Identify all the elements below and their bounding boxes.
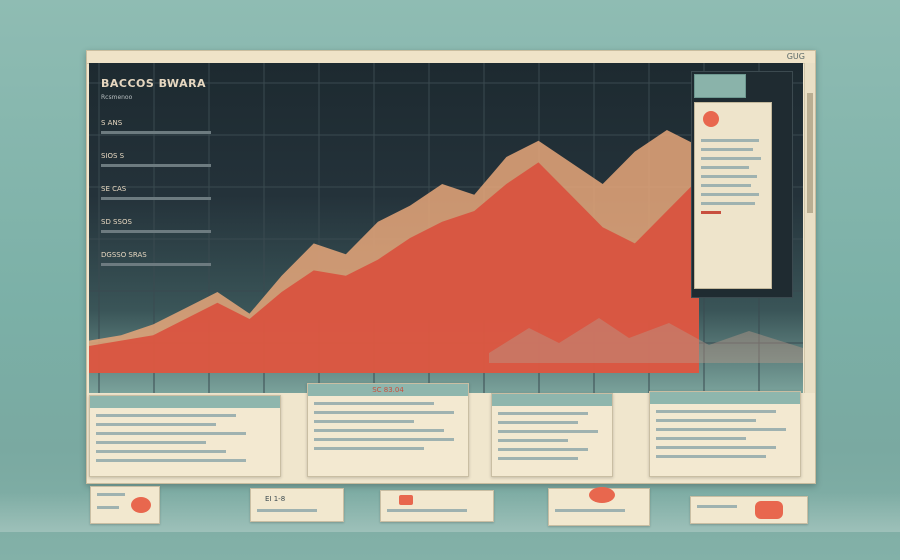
sidebar-card[interactable] xyxy=(694,102,772,289)
info-card-1[interactable] xyxy=(89,395,281,477)
badge-line xyxy=(97,506,119,509)
chart-title: BACCOS BWARA xyxy=(101,77,207,90)
legend-label-2: SIOS S xyxy=(101,152,125,160)
card-row xyxy=(314,438,454,441)
card-row xyxy=(314,402,434,405)
card-header xyxy=(90,396,280,408)
badge-line xyxy=(387,509,467,512)
legend-line-5 xyxy=(101,263,211,266)
legend-line-2 xyxy=(101,164,211,167)
dock-icon-3 xyxy=(399,495,413,505)
monitor-window: GUG BACCOS BWARA Rcsmenoo S ANS SIOS S S… xyxy=(86,50,816,484)
legend-section: DGSSO SRAS xyxy=(101,251,147,259)
legend-line-3 xyxy=(101,197,211,200)
card-row xyxy=(498,457,578,460)
right-sidebar[interactable] xyxy=(691,71,793,298)
card-row xyxy=(96,432,246,435)
card-row xyxy=(314,429,444,432)
sidebar-row xyxy=(701,184,751,187)
legend-label-1: S ANS xyxy=(101,119,123,127)
card-row xyxy=(498,412,588,415)
sidebar-avatar-icon xyxy=(703,111,719,127)
card-header xyxy=(492,394,612,406)
card-header xyxy=(650,392,800,404)
badge-line xyxy=(555,509,625,512)
legend-line-1 xyxy=(101,131,211,134)
sidebar-row xyxy=(701,157,761,160)
legend-line-4 xyxy=(101,230,211,233)
scroll-thumb[interactable] xyxy=(807,93,813,213)
dock-badge-5[interactable] xyxy=(690,496,808,524)
card-row xyxy=(498,448,588,451)
dock-badge-2[interactable]: EI 1-8 xyxy=(250,488,344,522)
card-header: SC 83.04 xyxy=(308,384,468,396)
dock-icon-5 xyxy=(755,501,783,519)
sidebar-row xyxy=(701,175,757,178)
info-card-2[interactable]: SC 83.04 xyxy=(307,383,469,477)
card-row xyxy=(96,423,216,426)
chart-screen: BACCOS BWARA Rcsmenoo S ANS SIOS S SE CA… xyxy=(89,63,803,393)
card-row xyxy=(656,437,746,440)
card-row xyxy=(656,410,776,413)
chart-subtitle: Rcsmenoo xyxy=(101,94,133,101)
card-row xyxy=(96,459,246,462)
chart-legend-panel: BACCOS BWARA Rcsmenoo S ANS SIOS S SE CA… xyxy=(101,77,211,266)
sidebar-row xyxy=(701,139,759,142)
card-row xyxy=(96,414,236,417)
legend-label-4: SD SSOS xyxy=(101,218,132,226)
vertical-scrollbar[interactable] xyxy=(804,63,815,393)
badge-line xyxy=(97,493,125,496)
card-row xyxy=(96,441,206,444)
card-row xyxy=(314,411,454,414)
info-card-3[interactable] xyxy=(491,393,613,477)
info-card-4[interactable] xyxy=(649,391,801,477)
sidebar-row xyxy=(701,148,753,151)
legend-label-3: SE CAS xyxy=(101,185,127,193)
card-row xyxy=(314,447,424,450)
badge-line xyxy=(697,505,737,508)
bottom-panels: SC 83.04 xyxy=(87,383,815,483)
card-row xyxy=(498,430,598,433)
badge-line xyxy=(257,509,317,512)
card-row xyxy=(656,446,776,449)
sidebar-row xyxy=(701,202,755,205)
dock-badge-3[interactable] xyxy=(380,490,494,522)
sidebar-row xyxy=(701,193,759,196)
sidebar-highlight-row xyxy=(701,211,721,214)
card-row xyxy=(656,428,786,431)
sidebar-header xyxy=(694,74,746,98)
dock-badge-label: EI 1-8 xyxy=(265,495,286,503)
sidebar-row xyxy=(701,166,749,169)
dock-badge-1[interactable] xyxy=(90,486,160,524)
dock-badge-4[interactable] xyxy=(548,487,650,526)
card-row xyxy=(498,439,568,442)
card-row xyxy=(498,421,578,424)
window-label: GUG xyxy=(786,52,805,61)
card-row xyxy=(656,419,756,422)
card-row xyxy=(656,455,766,458)
dock-icon-4 xyxy=(589,487,615,503)
dock-icon-1 xyxy=(131,497,151,513)
card-row xyxy=(96,450,226,453)
card-row xyxy=(314,420,414,423)
